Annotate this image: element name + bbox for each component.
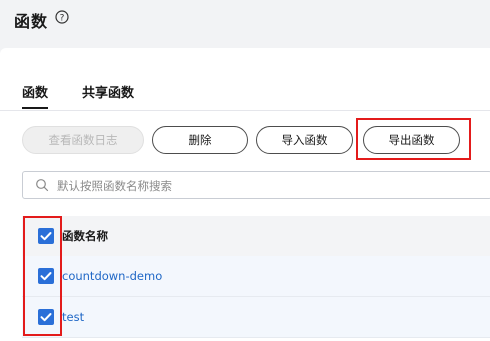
function-name-link[interactable]: countdown-demo <box>62 269 162 283</box>
search-input[interactable] <box>55 174 489 198</box>
row-checkbox[interactable] <box>38 309 54 325</box>
import-function-button[interactable]: 导入函数 <box>256 126 353 154</box>
column-header-function-name[interactable]: 函数名称 <box>62 228 108 244</box>
tab-bar: 函数 共享函数 <box>0 80 490 111</box>
export-function-button[interactable]: 导出函数 <box>363 126 460 154</box>
search-icon <box>36 179 49 192</box>
table-row: countdown-demo <box>22 256 490 297</box>
view-function-logs-button[interactable]: 查看函数日志 <box>22 126 144 154</box>
row-checkbox[interactable] <box>38 268 54 284</box>
table-row: test <box>22 297 490 338</box>
delete-button[interactable]: 删除 <box>152 126 248 154</box>
select-all-checkbox[interactable] <box>38 228 54 244</box>
top-bar: 函数 ? <box>0 0 490 48</box>
check-icon <box>40 272 52 281</box>
table-header: 函数名称 <box>22 216 490 256</box>
tab-functions[interactable]: 函数 <box>22 82 49 109</box>
help-icon[interactable]: ? <box>55 10 69 24</box>
check-icon <box>40 313 52 322</box>
check-icon <box>40 232 52 241</box>
search-box <box>22 171 490 199</box>
tab-shared-functions[interactable]: 共享函数 <box>82 82 134 101</box>
svg-text:?: ? <box>60 13 65 23</box>
page-title: 函数 <box>14 12 49 31</box>
main-panel: 函数 共享函数 查看函数日志 删除 导入函数 导出函数 函数名称 countdo… <box>0 48 490 341</box>
function-name-link[interactable]: test <box>62 310 84 324</box>
